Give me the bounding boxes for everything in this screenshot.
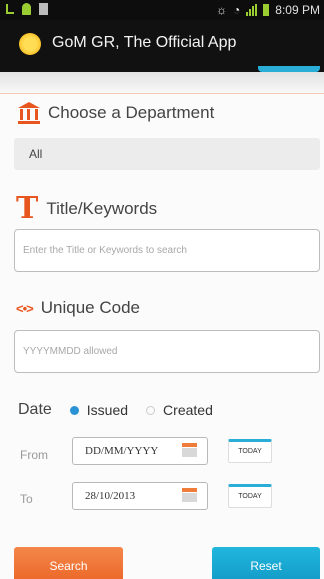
text-t-icon: T (16, 191, 39, 226)
code-brackets-icon: <•> (16, 300, 34, 316)
from-date-value: DD/MM/YYYY (85, 445, 159, 457)
reset-button[interactable]: Reset (212, 547, 320, 579)
institution-icon (18, 102, 40, 124)
from-today-button[interactable]: TODAY (228, 439, 272, 463)
title-heading-label: Title/Keywords (46, 199, 158, 218)
signal-icon (246, 4, 258, 16)
usb-icon (6, 4, 14, 14)
department-heading: Choose a Department (18, 102, 214, 124)
department-select[interactable]: All (14, 138, 320, 170)
radio-created-label: Created (163, 402, 213, 418)
status-bar: ☼ ◔ 8:09 PM (0, 0, 324, 20)
to-label: To (20, 492, 33, 506)
search-form: Choose a Department All T Title/Keywords… (0, 72, 324, 579)
app-bar: GoM GR, The Official App (0, 20, 324, 72)
from-date-field[interactable]: DD/MM/YYYY (72, 437, 208, 465)
radio-issued-label: Issued (86, 402, 129, 418)
date-label: Date (18, 401, 52, 418)
status-time: 8:09 PM (275, 3, 320, 17)
title-keywords-input[interactable] (14, 229, 320, 272)
to-date-field[interactable]: 28/10/2013 (72, 482, 208, 510)
calendar-icon[interactable] (182, 488, 197, 502)
content-top-edge (0, 72, 324, 94)
notification-document-icon (39, 3, 48, 15)
radio-unselected-icon (146, 405, 156, 415)
department-heading-label: Choose a Department (48, 103, 215, 122)
app-logo-icon[interactable] (19, 33, 41, 55)
mute-icon: ☼ (216, 3, 228, 17)
calendar-icon[interactable] (182, 443, 197, 457)
battery-icon (263, 4, 270, 16)
from-label: From (20, 448, 48, 462)
unique-code-input[interactable] (14, 330, 320, 373)
wifi-icon: ◔ (233, 3, 241, 17)
to-today-button[interactable]: TODAY (228, 484, 272, 508)
radio-issued[interactable]: Issued (69, 402, 129, 418)
app-title: GoM GR, The Official App (52, 34, 237, 51)
unique-code-heading-label: Unique Code (40, 298, 140, 317)
search-button[interactable]: Search (14, 547, 123, 579)
to-date-value: 28/10/2013 (85, 490, 136, 502)
notification-person-icon (22, 3, 31, 15)
department-selected-value: All (29, 147, 43, 161)
title-heading: T Title/Keywords (16, 194, 157, 224)
unique-code-heading: <•> Unique Code (16, 298, 140, 318)
radio-selected-icon (69, 405, 79, 415)
date-type-row: Date Issued Created (18, 401, 231, 419)
radio-created[interactable]: Created (146, 402, 213, 418)
